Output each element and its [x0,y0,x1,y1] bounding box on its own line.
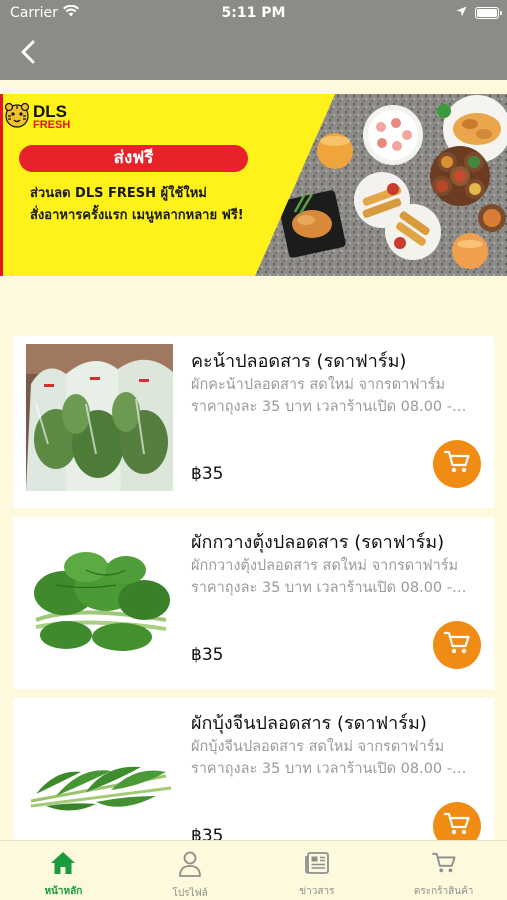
location-arrow-icon [456,5,467,21]
newspaper-icon [304,851,330,879]
tab-profile[interactable]: โปรไฟล์ [127,841,254,900]
promo-text-line-2: สั่งอาหารครั้งแรก เมนูหลากหลาย ฟรี! [30,208,244,223]
status-bar: Carrier 5:11 PM [0,0,507,28]
tab-home[interactable]: หน้าหลัก [0,841,127,900]
cart-icon [443,449,471,479]
cart-icon [443,630,471,660]
tab-cart[interactable]: ตระกร้าสินค้า [380,841,507,900]
product-description: ผักบุ้งจีนปลอดสาร สดใหม่ จากรดาฟาร์ม ราค… [191,739,452,777]
tab-news[interactable]: ข่าวสาร [254,841,381,900]
product-card[interactable]: ผักกวางตุ้งปลอดสาร (รดาฟาร์ม) ผักกวางตุ้… [13,517,494,689]
product-price: ฿35 [191,645,224,665]
promo-text-line-1: ส่วนลด DLS FRESH ผู้ใช้ใหม่ [30,186,207,201]
product-description: ผักคะน้าปลอดสาร สดใหม่ จากรดาฟาร์ม ราคาถ… [191,377,452,415]
tab-label: ตระกร้าสินค้า [413,886,474,897]
cart-icon [431,851,457,879]
product-title: คะน้าปลอดสาร (รดาฟาร์ม) [191,351,407,372]
product-description: ผักกวางตุ้งปลอดสาร สดใหม่ จากรดาฟาร์ม รา… [191,558,459,596]
product-price: ฿35 [191,826,224,840]
tiger-logo-icon [4,102,30,132]
product-card[interactable]: คะน้าปลอดสาร (รดาฟาร์ม) ผักคะน้าปลอดสาร … [13,336,494,508]
add-to-cart-button[interactable] [433,802,481,840]
battery-icon [475,7,502,19]
product-card[interactable]: ผักบุ้งจีนปลอดสาร (รดาฟาร์ม) ผักบุ้งจีนป… [13,698,494,840]
dls-fresh-logo: DLS FRESH [4,96,104,138]
tab-label: โปรไฟล์ [172,888,208,899]
product-image [26,706,173,840]
main-content[interactable]: DLS FRESH ส่งฟรี ส่วนลด DLS FRESH ผู้ใช้… [0,80,507,840]
cart-icon [443,811,471,840]
product-price: ฿35 [191,464,224,484]
promo-banner[interactable]: DLS FRESH ส่งฟรี ส่วนลด DLS FRESH ผู้ใช้… [0,94,507,276]
product-image [26,344,173,491]
product-title: ผักกวางตุ้งปลอดสาร (รดาฟาร์ม) [191,532,445,553]
add-to-cart-button[interactable] [433,621,481,669]
logo-text-fresh: FRESH [33,119,71,131]
logo-text-dls: DLS [33,102,67,121]
person-icon [178,851,202,881]
chevron-left-icon [21,40,35,68]
tab-label: หน้าหลัก [44,886,83,897]
product-image [26,525,173,672]
free-delivery-pill: ส่งฟรี [19,145,248,172]
tab-label: ข่าวสาร [299,886,335,897]
product-title: ผักบุ้งจีนปลอดสาร (รดาฟาร์ม) [191,713,427,734]
back-button[interactable] [8,34,48,74]
tab-bar: หน้าหลัก โปรไฟล์ ข่าวสาร ตระกร้าสินค้า [0,840,507,900]
home-icon [50,851,76,879]
add-to-cart-button[interactable] [433,440,481,488]
banner-accent-stripe [0,94,3,276]
clock: 5:11 PM [221,5,286,21]
navigation-bar [0,28,507,80]
